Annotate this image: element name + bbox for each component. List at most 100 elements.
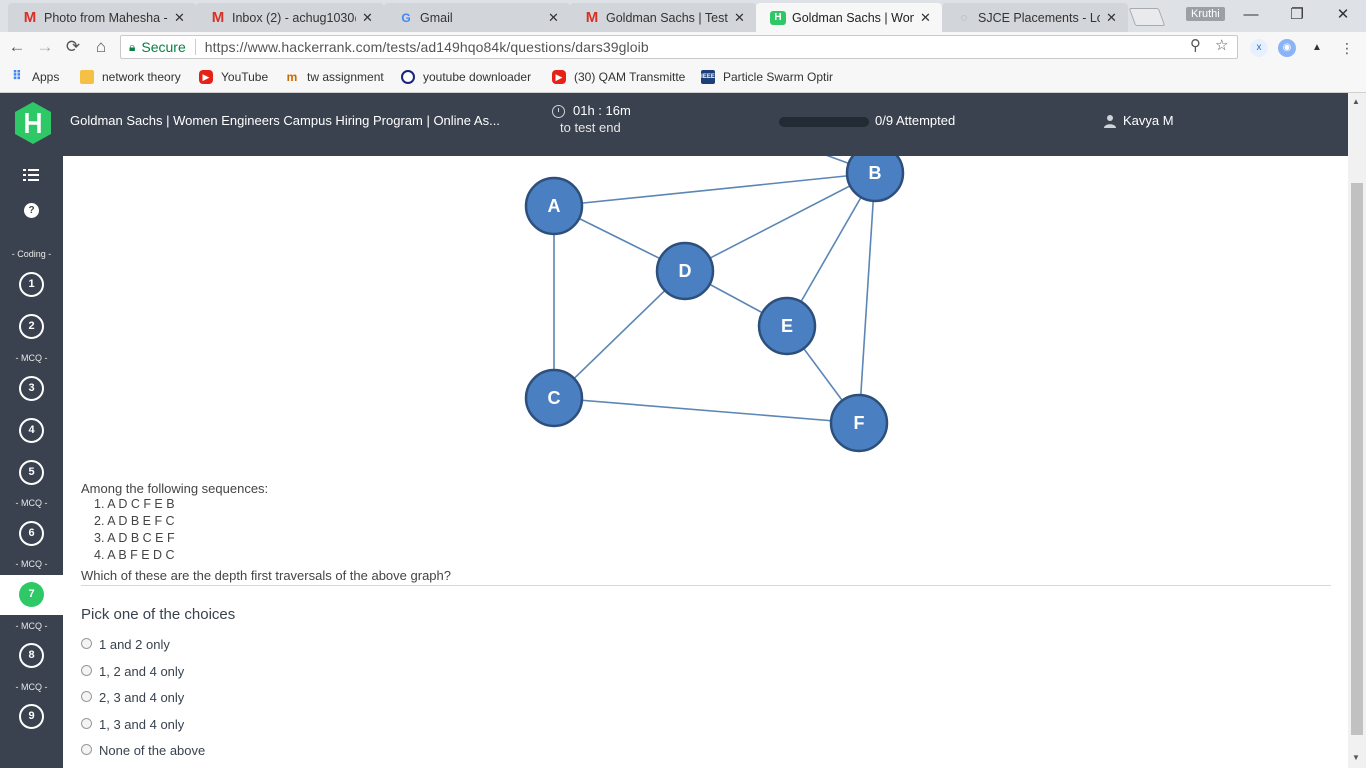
timer-value: 01h : 16m	[573, 103, 631, 118]
sequence-item: 3. A D B C E F	[94, 531, 175, 545]
test-title: Goldman Sachs | Women Engineers Campus H…	[70, 113, 500, 128]
hackerrank-icon: H	[770, 10, 786, 25]
bookmark-star-icon[interactable]: ☆	[1215, 36, 1228, 54]
tab-title: Gmail	[420, 10, 453, 25]
scroll-down-icon[interactable]: ▼	[1352, 753, 1360, 762]
maximize-button[interactable]: ❐	[1282, 4, 1312, 26]
secure-label: Secure	[141, 39, 186, 55]
back-button[interactable]: ←	[6, 37, 28, 57]
close-tab-icon[interactable]: ✕	[362, 10, 374, 26]
choice-option[interactable]: None of the above	[81, 743, 205, 758]
question-nav-1[interactable]: 1	[19, 272, 44, 297]
new-tab-button[interactable]	[1128, 8, 1166, 26]
extension-icon[interactable]: x	[1250, 39, 1268, 57]
graph-figure: A B C D E F	[524, 156, 905, 453]
ieee-icon: IEEE	[701, 70, 715, 84]
question-nav-7[interactable]: 7	[19, 582, 44, 607]
question-prompt: Which of these are the depth first trave…	[81, 568, 451, 583]
graph-node-label-E: E	[781, 316, 793, 336]
progress-bar	[779, 117, 869, 127]
home-button[interactable]: ⌂	[90, 37, 112, 57]
list-icon[interactable]	[23, 168, 39, 182]
folder-icon	[80, 70, 94, 84]
choice-option[interactable]: 2, 3 and 4 only	[81, 690, 184, 705]
hackerrank-logo-icon[interactable]	[14, 101, 52, 145]
browser-tab-active[interactable]: H Goldman Sachs | Wome ✕	[756, 3, 942, 32]
test-header: Goldman Sachs | Women Engineers Campus H…	[0, 93, 1348, 156]
question-nav-4[interactable]: 4	[19, 418, 44, 443]
close-tab-icon[interactable]: ✕	[174, 10, 186, 26]
graph-edge-CF	[553, 397, 860, 424]
radio-button[interactable]	[81, 664, 92, 676]
tab-title: Goldman Sachs | Test Li	[606, 10, 728, 25]
section-label: - MCQ -	[15, 621, 48, 631]
close-window-button[interactable]: ✕	[1328, 4, 1358, 26]
graph-node-label-B: B	[869, 163, 882, 183]
sjce-icon: ◌	[960, 11, 968, 24]
close-tab-icon[interactable]: ✕	[548, 10, 560, 26]
timer-label: to test end	[560, 120, 621, 135]
url-text[interactable]: https://www.hackerrank.com/tests/ad149hq…	[205, 39, 649, 55]
bookmark-youtube-downloader[interactable]: youtube downloader	[401, 70, 531, 84]
bookmark-apps[interactable]: ⠿ Apps	[10, 68, 59, 84]
bookmark-particle-swarm[interactable]: IEEE Particle Swarm Optir	[701, 70, 833, 84]
close-tab-icon[interactable]: ✕	[920, 10, 932, 26]
address-bar[interactable]: 🔒︎ Secure https://www.hackerrank.com/tes…	[120, 35, 1238, 59]
gmail-icon: M	[585, 9, 599, 26]
youtube-icon: ▶	[199, 70, 213, 84]
choice-option[interactable]: 1, 3 and 4 only	[81, 717, 184, 732]
divider	[194, 39, 196, 55]
question-intro: Among the following sequences:	[81, 481, 269, 496]
question-nav-9[interactable]: 9	[19, 704, 44, 729]
forward-button[interactable]: →	[34, 37, 56, 57]
question-nav-6[interactable]: 6	[19, 521, 44, 546]
tab-title: Photo from Mahesha - r	[44, 10, 168, 25]
minimize-button[interactable]: —	[1236, 4, 1266, 26]
bookmark-network-theory[interactable]: network theory	[80, 70, 181, 84]
browser-tab[interactable]: M Inbox (2) - achug1030@ ✕	[196, 3, 384, 32]
radio-button[interactable]	[81, 690, 92, 702]
bookmark-tw-assignment[interactable]: m tw assignment	[285, 70, 384, 84]
question-nav-8[interactable]: 8	[19, 643, 44, 668]
scroll-up-icon[interactable]: ▲	[1352, 97, 1360, 106]
extension-icon[interactable]: ◉	[1278, 39, 1296, 57]
browser-tab[interactable]: M Goldman Sachs | Test Li ✕	[570, 3, 756, 32]
radio-button[interactable]	[81, 717, 92, 729]
section-label: - MCQ -	[15, 559, 48, 569]
tw-icon: m	[286, 70, 298, 84]
help-icon[interactable]: ?	[24, 203, 39, 218]
tab-title: Inbox (2) - achug1030@	[232, 10, 356, 25]
user-name[interactable]: Kavya M	[1123, 113, 1174, 128]
attempted-count: 0/9 Attempted	[875, 113, 956, 128]
choice-option[interactable]: 1, 2 and 4 only	[81, 664, 184, 679]
bookmarks-bar: ⠿ Apps network theory ▶ YouTube m tw ass…	[0, 62, 1366, 93]
browser-tab[interactable]: M Photo from Mahesha - r ✕	[8, 3, 196, 32]
apps-icon: ⠿	[11, 68, 23, 83]
google-icon: G	[401, 10, 411, 25]
bookmark-youtube[interactable]: ▶ YouTube	[199, 70, 268, 84]
reload-button[interactable]: ⟳	[62, 37, 84, 57]
zoom-icon[interactable]: ⚲	[1190, 36, 1201, 54]
close-tab-icon[interactable]: ✕	[1106, 10, 1118, 26]
profile-badge[interactable]: Kruthi	[1186, 7, 1225, 21]
question-nav-3[interactable]: 3	[19, 376, 44, 401]
choice-option[interactable]: 1 and 2 only	[81, 637, 170, 652]
clock-icon	[552, 105, 565, 118]
radio-button[interactable]	[81, 637, 92, 649]
question-content: A B C D E F Among the following sequences: 1.…	[63, 156, 1348, 768]
menu-kebab-icon[interactable]: ⋮	[1338, 39, 1356, 57]
question-nav-2[interactable]: 2	[19, 314, 44, 339]
page-scrollbar[interactable]: ▲ ▼	[1348, 93, 1366, 768]
browser-tab[interactable]: G Gmail ✕	[384, 3, 570, 32]
browser-tab[interactable]: ◌ SJCE Placements - Login ✕	[942, 3, 1128, 32]
question-nav-5[interactable]: 5	[19, 460, 44, 485]
scrollbar-thumb[interactable]	[1351, 183, 1363, 735]
radio-button[interactable]	[81, 743, 92, 755]
sequence-item: 4. A B F E D C	[94, 548, 175, 562]
close-tab-icon[interactable]: ✕	[734, 10, 746, 26]
graph-node-label-A: A	[548, 196, 561, 216]
section-label: - MCQ -	[15, 353, 48, 363]
bookmark-qam[interactable]: ▶ (30) QAM Transmitte	[552, 70, 685, 84]
graduation-cap-icon[interactable]: ▲	[1308, 39, 1326, 57]
tab-title: SJCE Placements - Login	[978, 10, 1100, 25]
